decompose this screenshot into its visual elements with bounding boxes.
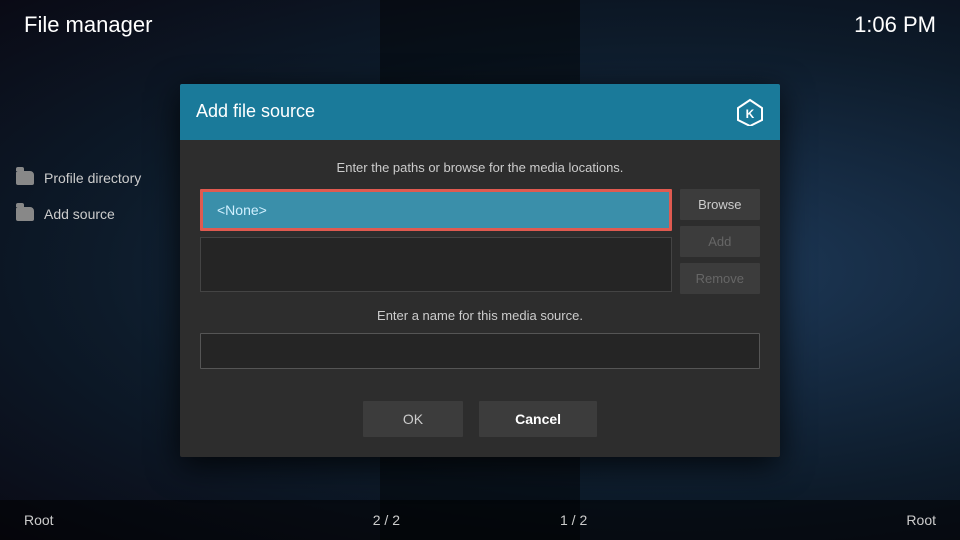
dialog-title: Add file source bbox=[196, 101, 315, 122]
source-list-area bbox=[200, 237, 672, 292]
input-with-list bbox=[200, 189, 672, 292]
path-input[interactable] bbox=[200, 189, 672, 231]
name-section: Enter a name for this media source. bbox=[200, 308, 760, 369]
side-buttons: Browse Add Remove bbox=[680, 189, 760, 294]
ok-button[interactable]: OK bbox=[363, 401, 463, 437]
cancel-button[interactable]: Cancel bbox=[479, 401, 597, 437]
main-input-area: Browse Add Remove bbox=[200, 189, 760, 294]
kodi-logo-icon: K bbox=[736, 98, 764, 126]
svg-text:K: K bbox=[746, 107, 755, 121]
add-file-source-dialog: Add file source K Enter the paths or bro… bbox=[180, 84, 780, 457]
add-button[interactable]: Add bbox=[680, 226, 760, 257]
name-label: Enter a name for this media source. bbox=[200, 308, 760, 323]
dialog-header: Add file source K bbox=[180, 84, 780, 140]
browse-button[interactable]: Browse bbox=[680, 189, 760, 220]
dialog-body: Enter the paths or browse for the media … bbox=[180, 140, 780, 385]
dialog-footer: OK Cancel bbox=[180, 385, 780, 457]
name-input[interactable] bbox=[200, 333, 760, 369]
dialog-overlay: Add file source K Enter the paths or bro… bbox=[0, 0, 960, 540]
remove-button[interactable]: Remove bbox=[680, 263, 760, 294]
dialog-instruction: Enter the paths or browse for the media … bbox=[200, 160, 760, 175]
